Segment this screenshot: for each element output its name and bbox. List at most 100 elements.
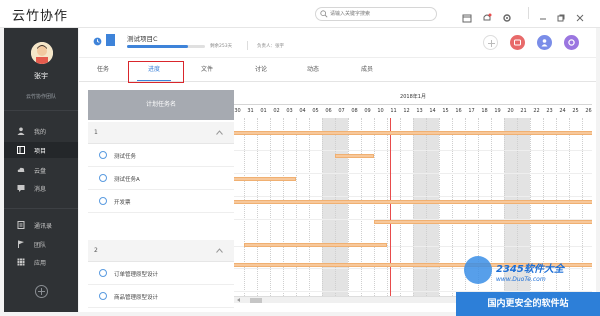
- search-icon: [320, 10, 328, 18]
- task-checkbox[interactable]: [99, 151, 107, 159]
- sidebar-divider: [4, 110, 78, 111]
- bell-icon[interactable]: [482, 8, 492, 21]
- gantt-task-bar[interactable]: [234, 177, 296, 181]
- task-checkbox[interactable]: [99, 174, 107, 182]
- gantt-day-label: 04: [299, 108, 306, 114]
- sidebar-item-cloud[interactable]: 云盘: [4, 162, 78, 178]
- sidebar-item-label: 通讯录: [34, 223, 53, 230]
- task-row[interactable]: 订单管理原型设计: [88, 262, 234, 285]
- gantt-day-label: 13: [416, 108, 423, 114]
- sidebar-item-project[interactable]: 项目: [4, 142, 78, 158]
- gantt-day-label: 23: [546, 108, 553, 114]
- gantt-day-label: 17: [468, 108, 475, 114]
- gantt-day-label: 11: [390, 108, 397, 114]
- sidebar-item-label: 消息: [34, 186, 47, 193]
- tab-files[interactable]: 文件: [195, 58, 219, 82]
- gantt-day-column: [322, 118, 335, 296]
- task-checkbox[interactable]: [99, 292, 107, 300]
- gantt-day-column: [400, 118, 413, 296]
- members-button[interactable]: [537, 35, 552, 50]
- scrollbar-thumb[interactable]: [250, 298, 262, 303]
- gantt-day-column: [234, 118, 244, 296]
- gantt-task-bar[interactable]: [234, 200, 592, 204]
- project-icon: [17, 146, 25, 154]
- calendar-icon[interactable]: [462, 8, 472, 23]
- gantt-day-column: [270, 118, 283, 296]
- task-row[interactable]: 商品管理原型设计: [88, 285, 234, 308]
- sidebar-item-contacts[interactable]: 通讯录: [4, 217, 78, 233]
- settings-button[interactable]: [564, 35, 579, 50]
- chevron-up-icon[interactable]: [216, 130, 223, 135]
- sidebar-item-label: 项目: [34, 148, 47, 155]
- flag-icon: [18, 240, 24, 248]
- sidebar-item-team[interactable]: 团队: [4, 236, 78, 252]
- task-group-name: 1: [94, 129, 98, 136]
- task-row[interactable]: 测试任务: [88, 144, 234, 167]
- gantt-day-label: 24: [559, 108, 566, 114]
- task-row[interactable]: 测试任务A: [88, 167, 234, 190]
- gantt-day-label: 26: [585, 108, 592, 114]
- tab-discussion[interactable]: 讨论: [249, 58, 273, 82]
- gantt-row-line: [234, 173, 592, 174]
- project-name[interactable]: 测试项目C: [127, 33, 158, 43]
- gantt-row-line: [234, 150, 592, 151]
- gear-icon[interactable]: [502, 8, 512, 22]
- search-input[interactable]: [330, 8, 434, 20]
- clock-icon: [93, 37, 102, 46]
- add-button[interactable]: [35, 285, 48, 298]
- gantt-day-column: [335, 118, 348, 296]
- gantt-day-label: 12: [403, 108, 410, 114]
- task-group[interactable]: 2: [88, 240, 234, 262]
- sidebar-item-apps[interactable]: 应用: [4, 254, 78, 270]
- sidebar-divider: [4, 208, 78, 209]
- gantt-task-bar[interactable]: [374, 220, 592, 224]
- sidebar-item-message[interactable]: 消息: [4, 180, 78, 196]
- gantt-day-label: 15: [442, 108, 449, 114]
- task-list-panel: 计划任务名 1 测试任务 测试任务A 开发票 2 订单管理原型设计 商品管理原型…: [88, 90, 234, 308]
- close-icon[interactable]: [575, 8, 585, 22]
- gantt-day-column: [374, 118, 387, 296]
- restore-icon[interactable]: [556, 8, 566, 22]
- add-task-button[interactable]: [483, 35, 498, 50]
- task-list-header: 计划任务名: [88, 90, 234, 120]
- gantt-day-column: [361, 118, 374, 296]
- gantt-day-label: 01: [260, 108, 267, 114]
- gantt-task-bar[interactable]: [244, 243, 387, 247]
- gantt-task-bar[interactable]: [234, 131, 592, 135]
- avatar[interactable]: [31, 42, 53, 64]
- task-row[interactable]: 开发票: [88, 190, 234, 213]
- gantt-day-label: 18: [481, 108, 488, 114]
- task-checkbox[interactable]: [99, 269, 107, 277]
- highlight-box: [128, 61, 184, 83]
- plus-icon: [488, 40, 495, 47]
- gantt-day-column: [439, 118, 452, 296]
- app-window: 云竹协作 张宇 云竹协作团队 我的 项目 云盘: [0, 0, 600, 316]
- gantt-day-label: 22: [533, 108, 540, 114]
- user-name: 张宇: [34, 72, 48, 80]
- gantt-day-label: 19: [494, 108, 501, 114]
- minimize-icon[interactable]: [538, 8, 548, 20]
- sidebar-item-label: 我的: [34, 129, 47, 136]
- alert-button[interactable]: [510, 35, 525, 50]
- task-checkbox[interactable]: [99, 197, 107, 205]
- chevron-up-icon[interactable]: [216, 248, 223, 253]
- gantt-day-column: [413, 118, 426, 296]
- tab-activity[interactable]: 动态: [301, 58, 325, 82]
- tab-members[interactable]: 成员: [355, 58, 379, 82]
- task-name: 测试任务A: [114, 177, 140, 183]
- toolbar-divider: [528, 7, 529, 19]
- watermark-logo-icon: [464, 256, 492, 284]
- user-org[interactable]: 云竹协作团队: [4, 93, 78, 100]
- sidebar-item-label: 团队: [34, 242, 47, 249]
- gantt-task-bar[interactable]: [335, 154, 374, 158]
- sidebar-item-mine[interactable]: 我的: [4, 123, 78, 139]
- gantt-day-column: [309, 118, 322, 296]
- search-box[interactable]: [315, 7, 437, 21]
- tab-tasks[interactable]: 任务: [91, 58, 115, 82]
- gear-icon: [568, 39, 575, 46]
- gantt-today-line: [390, 118, 391, 296]
- gantt-day-label: 14: [429, 108, 436, 114]
- task-group[interactable]: 1: [88, 122, 234, 144]
- scroll-left-icon[interactable]: [237, 298, 240, 302]
- gantt-day-label: 02: [273, 108, 280, 114]
